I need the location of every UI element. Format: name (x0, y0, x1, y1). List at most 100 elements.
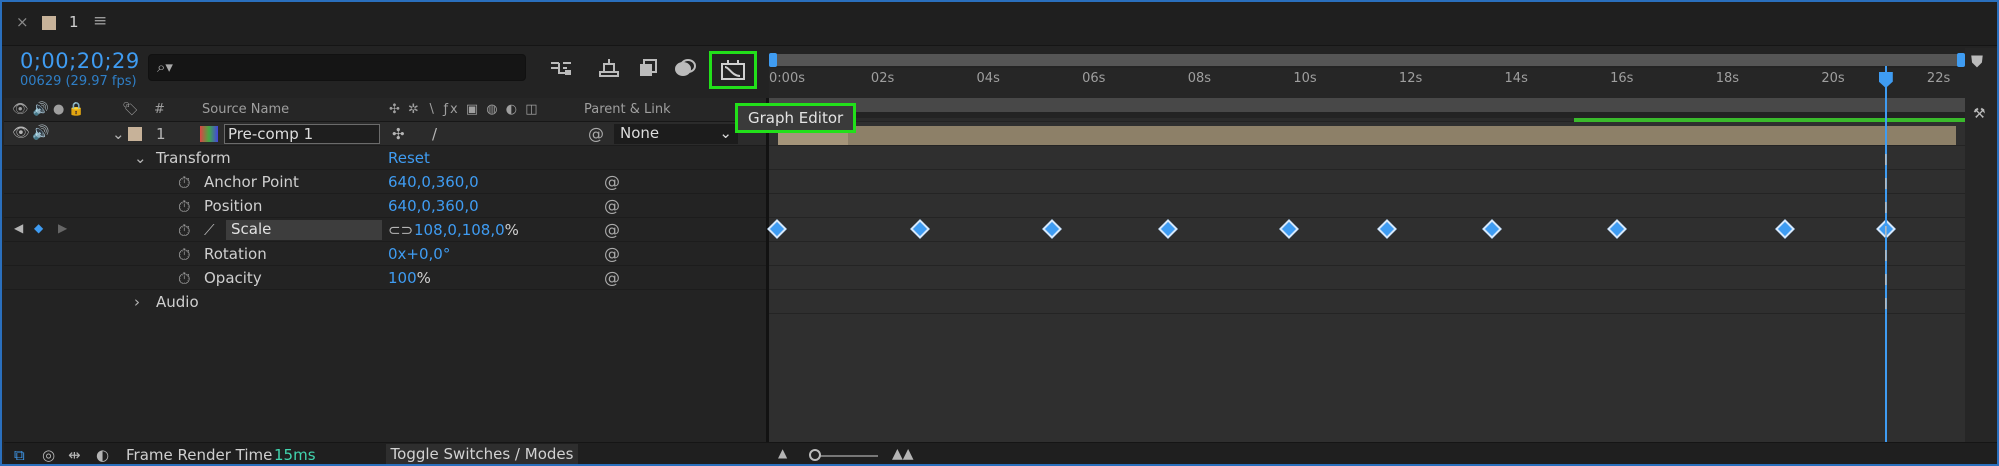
close-tab-icon[interactable]: × (16, 13, 29, 31)
av-switches-header[interactable]: 👁 🔊 ● 🔒 (12, 102, 85, 117)
property-name: Opacity (204, 269, 262, 287)
visibility-eye-icon[interactable]: 👁 (12, 125, 30, 141)
audio-track (769, 290, 1965, 314)
stopwatch-active-icon[interactable]: ⏱ (178, 221, 190, 241)
property-row-scale[interactable]: ◀ ◆ ▶ ⏱ ⟋ Scale ⊂⊃ 108,0,108,0% @ (4, 218, 766, 242)
zoom-out-icon[interactable]: ▲ (778, 446, 787, 460)
stopwatch-icon[interactable]: ⏱ (178, 269, 190, 289)
layer-number: 1 (156, 125, 166, 143)
stopwatch-icon[interactable]: ⏱ (178, 245, 190, 265)
transform-reset-link[interactable]: Reset (388, 149, 430, 167)
layer-label-color[interactable] (128, 127, 142, 141)
tab-comp-name[interactable]: 1 (69, 13, 79, 31)
zoom-in-icon[interactable]: ▲▲ (892, 446, 914, 462)
frame-render-value: 15ms (274, 446, 316, 464)
comp-button-icon[interactable]: ⚒ (1973, 106, 1986, 122)
layer-outline: 👁 🔊 ⌄ 1 Pre-comp 1 ✣ / @ None ⌄ ⌄ Transf… (4, 122, 766, 442)
graph-toggle-icon[interactable]: ⟋ (204, 221, 215, 239)
transfer-controls-toggle-icon[interactable]: ◎ (42, 446, 55, 464)
pick-whip-icon[interactable]: @ (588, 124, 604, 143)
tab-bar: × 1 ≡ (2, 2, 1997, 46)
layer-row[interactable]: 👁 🔊 ⌄ 1 Pre-comp 1 ✣ / @ None ⌄ (4, 122, 766, 146)
draft-3d-icon[interactable] (596, 55, 622, 81)
transform-track (769, 146, 1965, 170)
hide-shy-layers-icon[interactable] (636, 55, 662, 81)
pick-whip-icon[interactable]: @ (604, 196, 620, 215)
parent-link-header[interactable]: Parent & Link (584, 102, 671, 117)
zoom-slider-track[interactable] (812, 455, 878, 457)
graph-editor-tooltip: Graph Editor (735, 103, 857, 133)
property-row-anchor-point[interactable]: ⏱ Anchor Point 640,0,360,0 @ (4, 170, 766, 194)
playhead-ibeam-icon: I (1883, 199, 1889, 217)
ruler-tick-label: 0:00s (769, 71, 805, 86)
property-row-rotation[interactable]: ⏱ Rotation 0x+0,0° @ (4, 242, 766, 266)
pick-whip-icon[interactable]: @ (604, 220, 620, 239)
transform-group-row[interactable]: ⌄ Transform Reset (4, 146, 766, 170)
pick-whip-icon[interactable]: @ (604, 172, 620, 191)
precomp-icon (200, 126, 218, 142)
in-out-toggle-icon[interactable]: ⇹ (68, 446, 81, 464)
property-row-position[interactable]: ⏱ Position 640,0,360,0 @ (4, 194, 766, 218)
work-area-bar[interactable] (769, 98, 1965, 112)
track-area[interactable] (769, 122, 1965, 442)
toggle-switches-modes-button[interactable]: Toggle Switches / Modes (386, 444, 578, 464)
chevron-right-icon[interactable]: › (134, 293, 140, 311)
anchor-point-track (769, 170, 1965, 194)
property-row-opacity[interactable]: ⏱ Opacity 100% @ (4, 266, 766, 290)
audio-label: Audio (156, 293, 199, 311)
rotation-revolutions[interactable]: 0x (388, 245, 406, 263)
current-time-display[interactable]: 0;00;20;29 (20, 49, 140, 73)
property-unit: % (416, 269, 431, 287)
composition-mini-flowchart-icon[interactable] (548, 55, 574, 81)
layer-duration-bar[interactable] (778, 126, 1956, 145)
parent-select[interactable]: None ⌄ (614, 124, 738, 144)
ruler-tick-label: 08s (1187, 71, 1212, 86)
source-name-header[interactable]: Source Name (202, 102, 289, 117)
property-value[interactable]: 640,0,360,0 (388, 197, 479, 215)
ruler-tick-label: 18s (1715, 71, 1740, 86)
ruler-tick-label: 16s (1610, 71, 1634, 86)
constrain-proportions-icon[interactable]: ⊂⊃ (388, 221, 413, 239)
search-icon: ⌕▾ (157, 58, 173, 76)
chevron-down-icon[interactable]: ⌄ (112, 125, 125, 143)
chevron-down-icon[interactable]: ⌄ (134, 149, 147, 167)
render-time-toggle-icon[interactable]: ◐ (96, 446, 109, 464)
property-value[interactable]: 108,0,108,0 (414, 221, 505, 239)
zoom-slider-knob[interactable] (809, 449, 821, 461)
stopwatch-icon[interactable]: ⏱ (178, 197, 190, 217)
frame-blending-icon[interactable] (672, 55, 698, 81)
layer-switches-toggle-icon[interactable]: ⧉ (14, 446, 25, 464)
time-ruler[interactable]: 0:00s 02s 04s 06s 08s 10s 12s 14s 16s 18s 20s 22s (769, 68, 1965, 98)
comp-marker-bin-icon[interactable]: ⛊ (1971, 52, 1983, 72)
quality-switch-icon[interactable]: / (432, 125, 437, 143)
layer-name[interactable]: Pre-comp 1 (224, 124, 380, 144)
rotation-degrees[interactable]: +0,0° (406, 245, 450, 263)
property-value[interactable]: 100 (388, 269, 417, 287)
property-name: Rotation (204, 245, 267, 263)
pick-whip-icon[interactable]: @ (604, 268, 620, 287)
stopwatch-icon[interactable]: ⏱ (178, 173, 190, 193)
frame-render-label: Frame Render Time (126, 446, 273, 464)
parent-value: None (620, 124, 660, 142)
ruler-tick-label: 06s (1082, 71, 1106, 86)
search-input[interactable]: ⌕▾ (148, 54, 526, 81)
layer-number-header[interactable]: # (154, 102, 165, 117)
frame-count-display: 00629 (29.97 fps) (20, 74, 137, 89)
property-value[interactable]: 640,0,360,0 (388, 173, 479, 191)
ruler-tick-label: 10s (1293, 71, 1317, 86)
label-tag-icon[interactable]: 🏷 (122, 102, 139, 117)
audio-speaker-icon[interactable]: 🔊 (32, 125, 49, 141)
shy-switch-icon[interactable]: ✣ (392, 125, 405, 143)
timeline-panel: × 1 ≡ 0;00;20;29 00629 (29.97 fps) ⌕▾ Gr… (0, 0, 1999, 466)
time-navigator[interactable] (769, 53, 1965, 67)
audio-group-row[interactable]: › Audio (4, 290, 766, 314)
prev-keyframe-icon[interactable]: ◀ (14, 221, 23, 235)
layer-switches-header[interactable]: ✣ ✲ ∖ ƒx ▣ ◍ ◐ ◫ (389, 102, 540, 117)
pick-whip-icon[interactable]: @ (604, 244, 620, 263)
graph-editor-button[interactable] (709, 51, 757, 89)
panel-menu-icon[interactable]: ≡ (93, 11, 107, 31)
timeline-area[interactable]: 0:00s 02s 04s 06s 08s 10s 12s 14s 16s 18s 20s 22s I… (767, 52, 1965, 442)
next-keyframe-icon[interactable]: ▶ (58, 221, 67, 235)
add-keyframe-icon[interactable]: ◆ (34, 221, 43, 235)
chevron-down-icon: ⌄ (719, 124, 732, 142)
